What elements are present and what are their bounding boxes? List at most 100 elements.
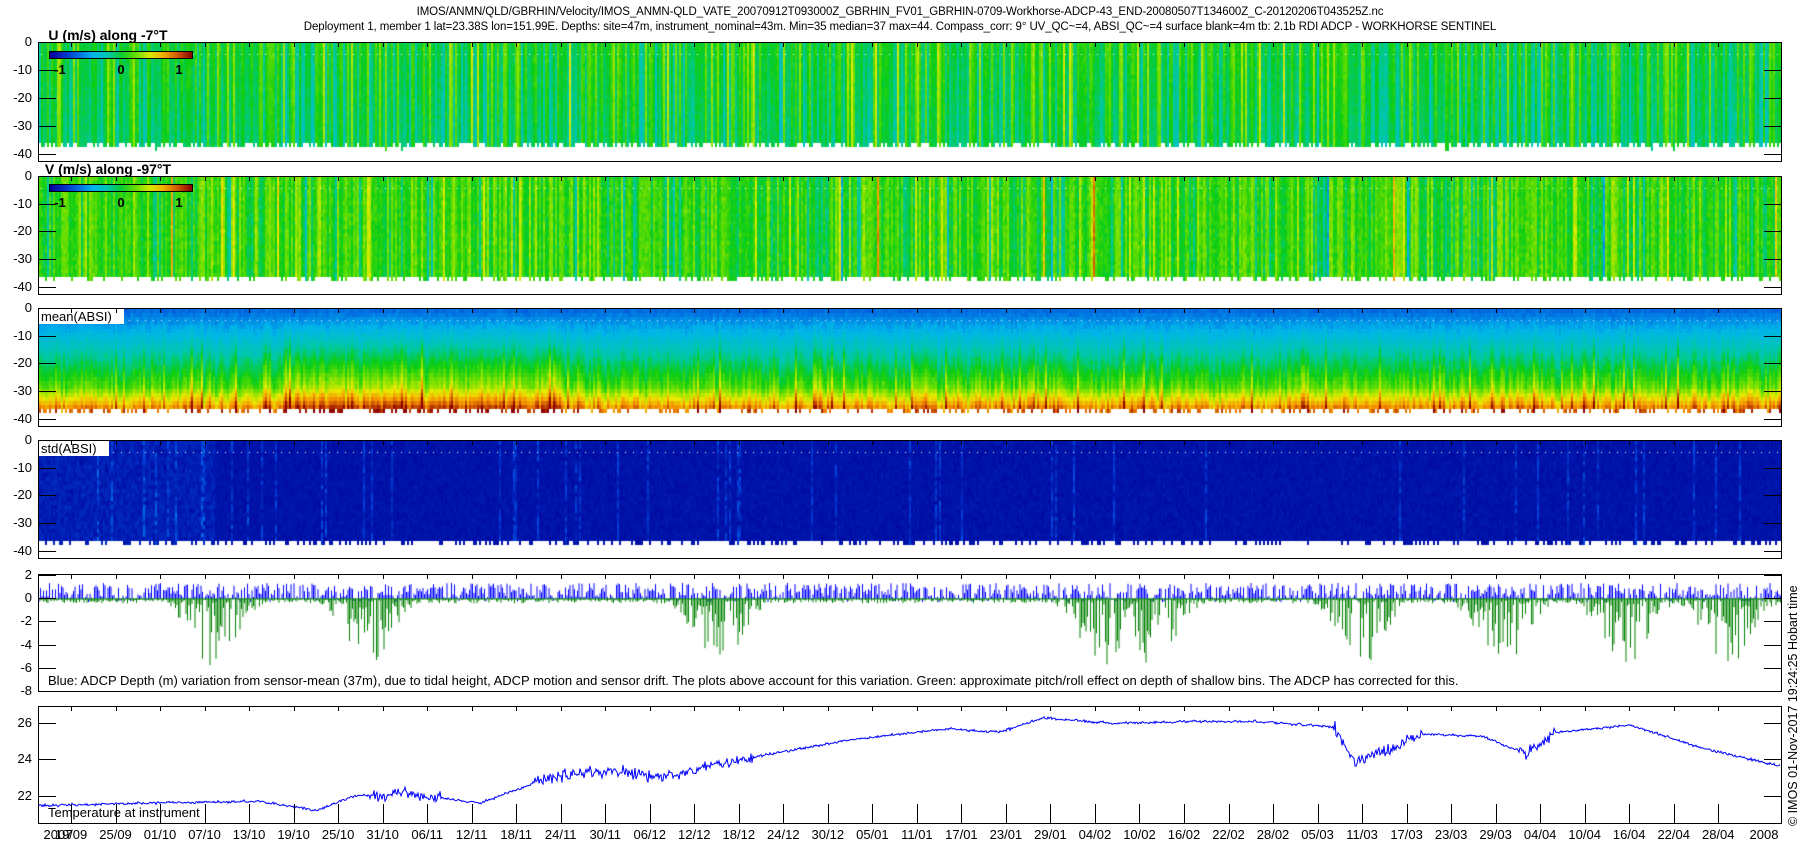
x-tick-mark: [649, 574, 651, 579]
x-tick-mark: [1540, 176, 1542, 181]
y-tick-label: -10: [13, 195, 32, 211]
x-tick-mark: [1139, 42, 1141, 47]
x-tick-mark: [1139, 176, 1141, 181]
x-tick-mark: [1050, 176, 1052, 181]
y-tick-mark: [38, 335, 56, 337]
x-tick-mark: [961, 42, 963, 47]
y-tick-label: -4: [20, 636, 32, 652]
x-tick-mark: [694, 706, 696, 711]
y-tick-mark: [1764, 440, 1782, 441]
x-tick-mark: [471, 308, 473, 313]
x-tick-mark: [1139, 804, 1141, 824]
y-tick-mark: [1764, 550, 1782, 552]
x-tick-label: 24/12: [767, 827, 800, 842]
y-tick-mark: [38, 42, 56, 43]
y-tick-label: -10: [13, 61, 32, 77]
x-tick-mark: [1094, 308, 1096, 313]
x-tick-label: 31/10: [366, 827, 399, 842]
x-tick-mark: [1184, 42, 1185, 47]
x-tick-mark: [1050, 440, 1052, 445]
x-tick-mark: [1094, 440, 1096, 445]
x-tick-mark: [1540, 706, 1542, 711]
x-tick-mark: [1495, 440, 1497, 445]
x-tick-mark: [471, 176, 473, 181]
x-tick-mark: [115, 308, 117, 313]
x-tick-mark: [1629, 706, 1631, 711]
y-tick-mark: [38, 722, 56, 724]
x-tick-mark: [1406, 42, 1408, 47]
x-tick-mark: [1184, 308, 1185, 313]
x-tick-mark: [516, 804, 518, 824]
mean-absi-heatmap: [39, 309, 1781, 426]
x-tick-mark: [560, 706, 562, 711]
x-tick-label: 17/03: [1390, 827, 1423, 842]
x-tick-mark: [471, 574, 473, 579]
x-tick-mark: [71, 804, 72, 824]
x-tick-mark: [694, 308, 696, 313]
y-tick-mark: [38, 308, 56, 309]
x-tick-label: 06/12: [633, 827, 667, 842]
x-tick-mark: [872, 308, 874, 313]
x-tick-mark: [71, 308, 72, 313]
x-tick-mark: [1495, 308, 1497, 313]
x-tick-mark: [827, 574, 829, 579]
x-tick-mark: [1317, 804, 1319, 824]
x-tick-label: 18/12: [722, 827, 756, 842]
x-tick-mark: [160, 706, 162, 711]
x-tick-mark: [783, 574, 785, 579]
x-tick-mark: [1584, 42, 1586, 47]
y-tick-mark: [1764, 621, 1782, 623]
panel-temperature: [38, 706, 1782, 824]
x-tick-mark: [872, 706, 874, 711]
y-tick-mark: [38, 796, 56, 798]
x-tick-mark: [1094, 706, 1096, 711]
x-tick-mark: [738, 574, 740, 579]
x-tick-mark: [516, 42, 518, 47]
y-tick-label: -10: [13, 327, 32, 343]
x-tick-label: 12/12: [677, 827, 711, 842]
x-tick-mark: [204, 308, 206, 313]
x-tick-mark: [1406, 706, 1408, 711]
x-tick-mark: [783, 42, 785, 47]
year-end-label: 2008: [1749, 827, 1779, 842]
x-tick-mark: [471, 42, 473, 47]
y-tick-mark: [1764, 575, 1782, 577]
x-tick-label: 11/01: [901, 827, 933, 842]
v-colorbar-tick: 0: [117, 195, 125, 210]
y-tick-mark: [38, 286, 56, 288]
x-tick-mark: [1317, 176, 1319, 181]
x-tick-mark: [827, 308, 829, 313]
y-tick-label: -20: [13, 89, 32, 105]
y-tick-mark: [1764, 335, 1782, 337]
x-tick-mark: [1584, 308, 1586, 313]
y-tick-label: 0: [24, 168, 32, 183]
x-tick-mark: [1451, 42, 1453, 47]
x-tick-mark: [427, 804, 429, 824]
x-tick-mark: [872, 574, 874, 579]
x-tick-mark: [427, 176, 429, 181]
x-tick-mark: [1540, 574, 1542, 579]
x-tick-mark: [1273, 176, 1275, 181]
y-tick-mark: [1764, 286, 1782, 288]
x-tick-mark: [1139, 574, 1141, 579]
y-tick-label: -40: [13, 542, 32, 558]
x-tick-mark: [827, 42, 829, 47]
x-tick-mark: [1228, 308, 1230, 313]
std-absi-label: std(ABSI): [39, 441, 109, 456]
x-tick-mark: [1718, 176, 1720, 181]
x-tick-mark: [1050, 804, 1052, 824]
x-tick-label: 22/02: [1212, 827, 1245, 842]
x-tick-mark: [160, 42, 162, 47]
y-tick-label: -6: [20, 659, 32, 675]
y-tick-mark: [38, 363, 56, 365]
x-tick-mark: [293, 176, 295, 181]
x-tick-mark: [293, 308, 295, 313]
x-tick-mark: [649, 308, 651, 313]
x-tick-mark: [338, 176, 340, 181]
x-tick-mark: [560, 176, 562, 181]
x-tick-mark: [1228, 176, 1230, 181]
x-tick-mark: [71, 574, 72, 579]
x-tick-mark: [338, 42, 340, 47]
x-tick-mark: [249, 706, 251, 711]
x-tick-mark: [916, 706, 918, 711]
